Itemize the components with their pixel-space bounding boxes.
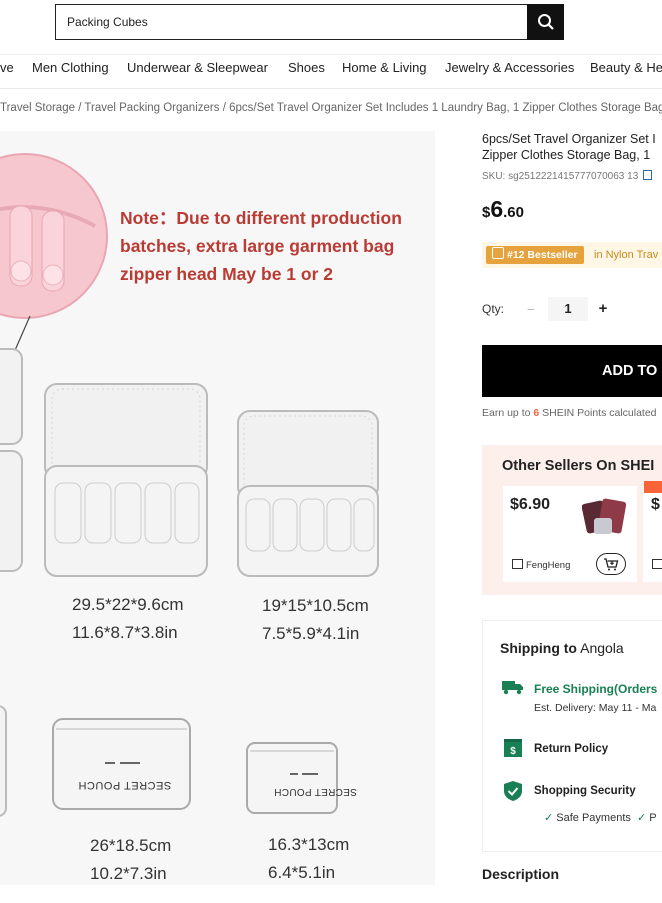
seller-name[interactable]: FengHeng [512, 559, 570, 571]
store-icon [512, 559, 523, 569]
seller-add-cart-button[interactable] [596, 553, 626, 575]
size-large-pouch: 26*18.5cm 10.2*7.3in [90, 836, 172, 883]
breadcrumb-separator: / [78, 102, 82, 114]
breadcrumb-current: 6pcs/Set Travel Organizer Set Includes 1… [229, 102, 662, 114]
svg-text:$: $ [510, 746, 516, 757]
truck-icon [502, 681, 523, 695]
points-info: Earn up to 6 SHEIN Points calculated [482, 407, 657, 419]
product-sku: SKU: sg2512221415777070063 13 [482, 170, 653, 182]
add-to-cart-button[interactable]: ADD TO C [482, 345, 662, 397]
seller-product-thumbnail [582, 498, 627, 534]
return-policy-link[interactable]: Return Policy [534, 743, 608, 755]
store-icon [652, 559, 662, 569]
pouch-label-large: SECRET POUCH [78, 779, 172, 791]
size-large-box: 29.5*22*9.6cm 11.6*8.7*3.8in [72, 595, 184, 642]
nav-item-shoes[interactable]: Shoes [288, 60, 325, 75]
check-icon: ✓ [544, 812, 554, 824]
search-button[interactable] [527, 4, 564, 40]
check-icon: ✓ [637, 812, 647, 824]
size-small-pouch: 16.3*13cm 6.4*5.1in [268, 835, 350, 882]
nav-item-men-clothing[interactable]: Men Clothing [32, 60, 109, 75]
nav-item-jewelry-accessories[interactable]: Jewelry & Accessories [445, 60, 574, 75]
description-heading[interactable]: Description [482, 866, 559, 882]
breadcrumb: Travel Storage / Travel Packing Organize… [0, 102, 662, 114]
sale-tag [644, 481, 662, 493]
other-sellers-title: Other Sellers On SHEI [502, 458, 655, 474]
qty-label: Qty: [482, 302, 505, 316]
image-note: Note：Due to different production batches… [120, 208, 402, 284]
free-shipping-label[interactable]: Free Shipping(Orders [534, 682, 657, 696]
qty-increase-button[interactable]: + [592, 297, 614, 321]
search-input-value: Packing Cubes [67, 15, 148, 29]
nav-item-partial[interactable]: ve [0, 60, 14, 75]
shipping-title[interactable]: Shipping to Angola [500, 640, 624, 656]
breadcrumb-packing-organizers[interactable]: Travel Packing Organizers [84, 102, 219, 114]
shopping-security-title[interactable]: Shopping Security [534, 785, 636, 797]
bestseller-badge[interactable]: #12 Bestseller [486, 246, 584, 264]
shield-icon [504, 781, 522, 801]
seller-card-price: $6.90 [510, 496, 551, 513]
estimated-delivery: Est. Delivery: May 11 - Ma [534, 702, 657, 714]
bestseller-category[interactable]: in Nylon Trav [594, 249, 658, 261]
breadcrumb-travel-storage[interactable]: Travel Storage [0, 102, 75, 114]
category-nav: ve Men Clothing Underwear & Sleepwear Sh… [0, 60, 662, 80]
product-price: $6.60 [482, 196, 524, 222]
search-icon [537, 14, 554, 30]
product-image[interactable]: Note：Due to different production batches… [0, 131, 435, 885]
nav-item-underwear-sleepwear[interactable]: Underwear & Sleepwear [127, 60, 268, 75]
seller-card-price: $ [651, 496, 660, 513]
product-title: 6pcs/Set Travel Organizer Set I Zipper C… [482, 132, 656, 162]
qty-decrease-button[interactable]: − [520, 297, 542, 321]
add-cart-icon [604, 558, 619, 571]
nav-item-beauty[interactable]: Beauty & He [590, 60, 662, 75]
breadcrumb-separator: / [222, 102, 226, 114]
header-divider [0, 54, 662, 55]
size-medium-box: 19*15*10.5cm 7.5*5.9*4.1in [262, 596, 369, 643]
nav-divider [0, 88, 662, 89]
qty-input[interactable]: 1 [548, 297, 588, 321]
return-policy-icon: $ [504, 739, 522, 757]
pouch-label-small: SECRET POUCH [274, 786, 357, 797]
nav-item-home-living[interactable]: Home & Living [342, 60, 427, 75]
safe-payments: ✓ Safe Payments ✓ P [544, 812, 657, 824]
copy-icon[interactable] [643, 170, 653, 180]
bestseller-icon [492, 247, 504, 259]
